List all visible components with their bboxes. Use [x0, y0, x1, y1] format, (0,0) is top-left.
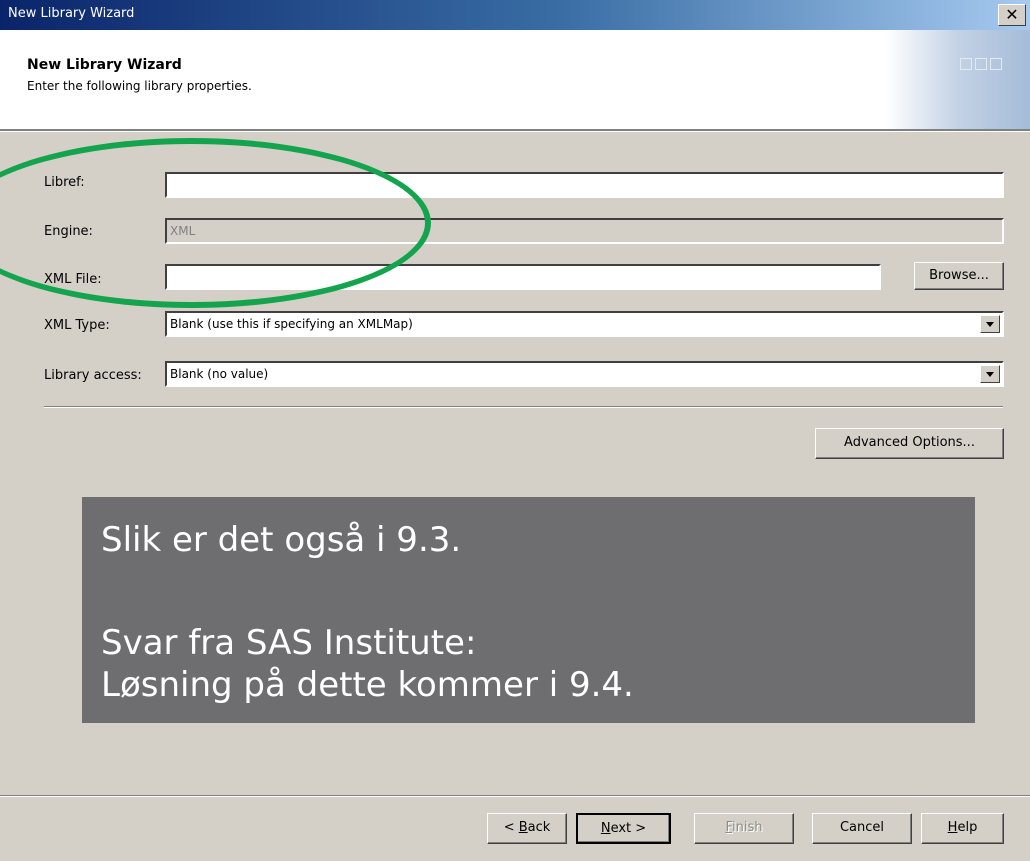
xml-type-label: XML Type:: [44, 318, 110, 333]
cancel-button[interactable]: Cancel: [812, 813, 912, 844]
library-access-label: Library access:: [44, 368, 142, 383]
footer-divider: [0, 795, 1030, 797]
chevron-down-icon[interactable]: [980, 315, 1000, 333]
close-button[interactable]: ✕: [998, 4, 1026, 26]
close-icon: ✕: [1005, 5, 1019, 24]
help-button[interactable]: Help: [921, 813, 1004, 844]
chevron-down-icon[interactable]: [980, 365, 1000, 383]
form-divider: [44, 406, 1003, 408]
xml-type-value: Blank (use this if specifying an XMLMap): [170, 317, 413, 331]
back-button[interactable]: < Back: [487, 813, 567, 844]
header-divider: [0, 129, 1030, 132]
annotation-line-1: Slik er det også i 9.3.: [101, 520, 462, 560]
annotation-line-2: Svar fra SAS Institute:: [101, 623, 477, 663]
annotation-line-3: Løsning på dette kommer i 9.4.: [101, 665, 634, 705]
title-bar: New Library Wizard ✕: [0, 0, 1030, 30]
advanced-options-button[interactable]: Advanced Options...: [815, 428, 1004, 459]
window-title: New Library Wizard: [8, 6, 135, 21]
library-access-select[interactable]: Blank (no value): [165, 361, 1004, 387]
annotation-box: Slik er det også i 9.3. Svar fra SAS Ins…: [82, 497, 975, 723]
header-logo-icon: [960, 58, 1030, 72]
finish-button[interactable]: Finish: [694, 813, 794, 844]
library-access-value: Blank (no value): [170, 367, 269, 381]
header-subtitle: Enter the following library properties.: [27, 79, 252, 93]
next-button[interactable]: Next >: [576, 813, 671, 844]
browse-button[interactable]: Browse...: [914, 262, 1004, 290]
wizard-header: New Library Wizard Enter the following l…: [0, 30, 1030, 129]
advanced-options-label: Advanced Options...: [844, 435, 975, 450]
xml-type-select[interactable]: Blank (use this if specifying an XMLMap): [165, 311, 1004, 337]
header-title: New Library Wizard: [27, 57, 182, 73]
